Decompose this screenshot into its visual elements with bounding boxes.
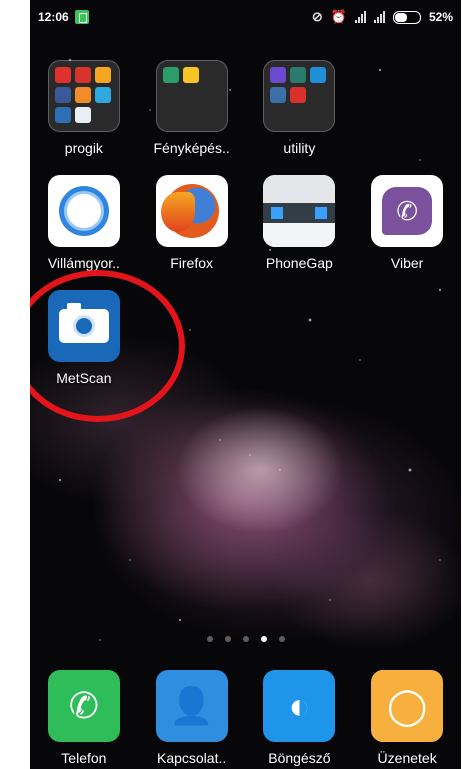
- folder-fenykepes[interactable]: Fényképés..: [138, 60, 246, 156]
- page-dot[interactable]: [278, 636, 285, 642]
- signal-icon: [354, 11, 366, 23]
- contacts-icon: 👤: [155, 670, 228, 742]
- home-screen: 12:06 ⊘ ⏰ 52% progik Fényképés.. utility…: [30, 0, 461, 769]
- signal-icon-2: [373, 11, 385, 23]
- viber-icon: ✆: [371, 175, 444, 247]
- app-label: Villámgyor..: [47, 255, 120, 271]
- cleaner-icon: [47, 175, 120, 247]
- app-label: Böngésző: [268, 750, 331, 766]
- notification-icon: [74, 10, 89, 24]
- battery-percent: 52%: [428, 10, 453, 24]
- page-dot[interactable]: [242, 636, 249, 642]
- page-dot[interactable]: [260, 636, 267, 642]
- app-viber[interactable]: ✆ Viber: [353, 175, 461, 271]
- status-bar: 12:06 ⊘ ⏰ 52%: [30, 0, 461, 34]
- battery-icon: [392, 10, 421, 24]
- folder-icon: [263, 60, 336, 132]
- app-row-2: Villámgyor.. Firefox PhoneGap ✆ Viber: [30, 175, 461, 271]
- app-label: Fényképés..: [153, 140, 230, 156]
- dock: ✆ Telefon 👤 Kapcsolat.. ◐ Böngésző ◯ Üze…: [30, 670, 461, 766]
- app-villamgyor[interactable]: Villámgyor..: [30, 175, 138, 271]
- battery-fill: [394, 12, 408, 22]
- messages-icon: ◯: [371, 670, 444, 742]
- app-phonegap[interactable]: PhoneGap: [246, 175, 354, 271]
- browser-icon: ◐: [263, 670, 336, 742]
- sync-off-icon: ⊘: [311, 9, 323, 24]
- app-bongeszo[interactable]: ◐ Böngésző: [246, 670, 354, 766]
- folder-icon: [47, 60, 120, 132]
- folder-icon: [155, 60, 228, 132]
- app-label: Kapcsolat..: [156, 750, 227, 766]
- app-label: Viber: [390, 255, 424, 271]
- app-kapcsolatok[interactable]: 👤 Kapcsolat..: [138, 670, 246, 766]
- app-label: PhoneGap: [265, 255, 333, 271]
- firefox-icon: [155, 175, 228, 247]
- app-label: utility: [283, 140, 316, 156]
- app-row-1: progik Fényképés.. utility: [30, 60, 461, 156]
- page-dot[interactable]: [206, 636, 213, 642]
- page-dot[interactable]: [224, 636, 231, 642]
- phonegap-icon: [263, 175, 336, 247]
- folder-progik[interactable]: progik: [30, 60, 138, 156]
- alarm-icon: ⏰: [330, 9, 347, 24]
- app-firefox[interactable]: Firefox: [138, 175, 246, 271]
- app-telefon[interactable]: ✆ Telefon: [30, 670, 138, 766]
- app-uzenetek[interactable]: ◯ Üzenetek: [353, 670, 461, 766]
- phone-icon: ✆: [47, 670, 120, 742]
- folder-utility[interactable]: utility: [246, 60, 354, 156]
- app-label: Firefox: [170, 255, 214, 271]
- page-indicator[interactable]: [30, 636, 461, 642]
- app-label: Üzenetek: [377, 750, 437, 766]
- app-label: Telefon: [61, 750, 107, 766]
- app-label: progik: [64, 140, 103, 156]
- clock: 12:06: [38, 10, 69, 24]
